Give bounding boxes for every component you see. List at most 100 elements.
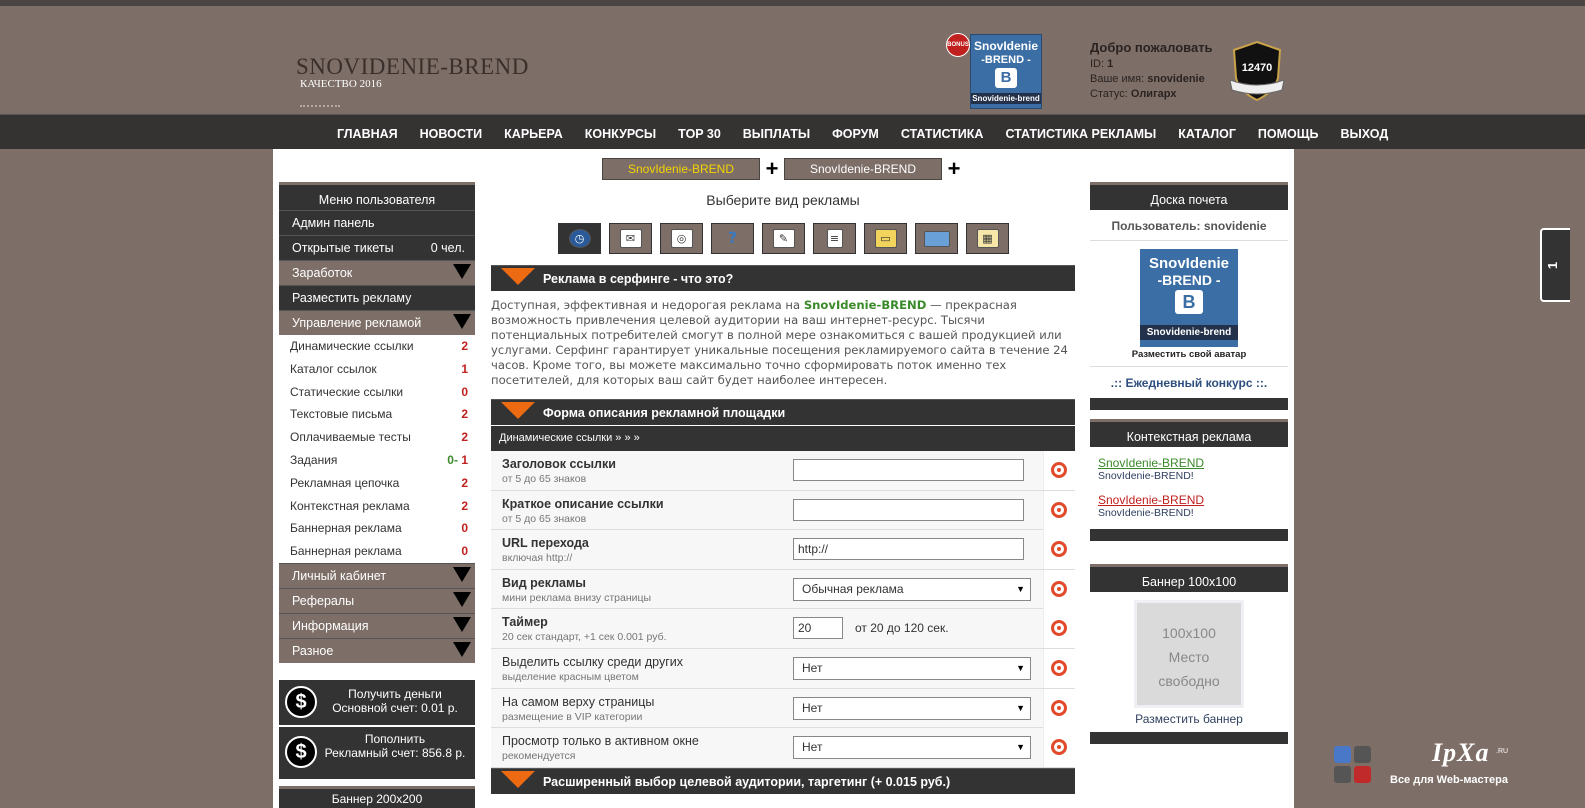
plus-icon[interactable]: + xyxy=(760,156,784,182)
topup-l2: Рекламный счет: 856.8 р. xyxy=(324,746,466,760)
side-tab-label: 1 xyxy=(1545,261,1561,270)
menu-earnings[interactable]: Заработок xyxy=(279,260,475,285)
menu-subitem[interactable]: Задания 0- 1 xyxy=(279,448,475,472)
ad-type-surfing[interactable]: ◷ xyxy=(558,223,601,254)
subitem-count: 2 xyxy=(461,498,468,513)
field-label: Просмотр только в активном окне xyxy=(502,734,699,749)
chevron-down-icon xyxy=(453,616,471,632)
subitem-count-sep: - xyxy=(453,452,458,467)
menu-admin[interactable]: Админ панель xyxy=(279,210,475,235)
desc-brand: SnovIdenie-BREND xyxy=(803,298,927,312)
url-input[interactable]: http:// xyxy=(793,538,1024,561)
ad-type-window[interactable]: ◎ xyxy=(660,223,703,254)
menu-referrals[interactable]: Рефералы xyxy=(279,587,475,613)
menu-manage-ads[interactable]: Управление рекламой xyxy=(279,310,475,335)
menu-subitem[interactable]: Контекстная реклама 2 xyxy=(279,494,475,518)
banner-placeholder[interactable]: 100x100 Место свободно xyxy=(1134,600,1244,708)
chevron-down-icon xyxy=(453,641,471,657)
menu-cabinet[interactable]: Личный кабинет xyxy=(279,562,475,588)
menu-subitem[interactable]: Каталог ссылок 1 xyxy=(279,357,475,381)
section-targeting[interactable]: Расширенный выбор целевой аудитории, тар… xyxy=(491,768,1075,794)
ad-type-notes[interactable]: ✎ xyxy=(762,223,805,254)
menu-place-ad[interactable]: Разместить рекламу xyxy=(279,285,475,310)
section-targeting-title: Расширенный выбор целевой аудитории, тар… xyxy=(543,775,951,789)
nav-catalog[interactable]: КАТАЛОГ xyxy=(1167,115,1247,153)
chevron-down-icon: ▼ xyxy=(1016,663,1025,673)
nav-contests[interactable]: КОНКУРСЫ xyxy=(574,115,667,153)
ctx-link[interactable]: SnovIdenie-BREND xyxy=(1098,493,1280,507)
menu-subitem[interactable]: Рекламная цепочка 2 xyxy=(279,471,475,495)
timer-input[interactable]: 20 xyxy=(793,617,843,640)
nav-logout[interactable]: ВЫХОД xyxy=(1330,115,1400,153)
nav-ad-stats[interactable]: СТАТИСТИКА РЕКЛАМЫ xyxy=(994,115,1167,153)
menu-subitem[interactable]: Статические ссылки 0 xyxy=(279,380,475,404)
plus-icon[interactable]: + xyxy=(942,156,966,182)
site-title[interactable]: SNOVIDENIE-BREND xyxy=(296,54,529,80)
menu-subitem[interactable]: Баннерная реклама 0 xyxy=(279,540,475,563)
timer-range: от 20 до 120 сек. xyxy=(855,621,949,636)
vip-select[interactable]: Нет ▼ xyxy=(793,696,1031,720)
ad-type-banner[interactable] xyxy=(915,223,958,254)
ad-type-text[interactable]: ≡ xyxy=(813,223,856,254)
section-form-title: Форма описания рекламной площадки xyxy=(543,406,786,420)
nav-career[interactable]: КАРЬЕРА xyxy=(493,115,574,153)
user-name-row: Ваше имя: snovidenie xyxy=(1090,72,1213,87)
place-avatar-link[interactable]: Разместить свой аватар xyxy=(1090,347,1288,367)
nav-news[interactable]: НОВОСТИ xyxy=(409,115,494,153)
help-icon[interactable] xyxy=(1051,660,1067,676)
help-icon[interactable] xyxy=(1051,699,1067,716)
ad-type-questions[interactable]: ? xyxy=(711,223,754,254)
ctx-link[interactable]: SnovIdenie-BREND xyxy=(1098,456,1280,470)
menu-tickets[interactable]: Открытые тикеты 0 чел. xyxy=(279,235,475,260)
help-icon[interactable] xyxy=(1051,462,1067,478)
ad-type-folder[interactable]: ▭ xyxy=(864,223,907,254)
menu-subitem[interactable]: Динамические ссылки 2 xyxy=(279,335,475,358)
place-banner-link[interactable]: Разместить баннер xyxy=(1090,708,1288,732)
nav-top30[interactable]: TOP 30 xyxy=(667,115,732,153)
ad-type-letters[interactable]: ✉ xyxy=(609,223,652,254)
watermark-tagline: Все для Web-мастера xyxy=(1390,774,1508,786)
avatar-line2: -BREND - xyxy=(1157,272,1221,288)
tab-brand-2[interactable]: SnovIdenie-BREND xyxy=(784,158,942,180)
link-description-input[interactable] xyxy=(793,498,1024,521)
tab-brand-1[interactable]: SnovIdenie-BREND xyxy=(602,158,760,180)
subitem-count: 0 xyxy=(461,544,468,559)
honor-avatar[interactable]: SnovIdenie -BREND - B Snovidenie-brend xyxy=(1140,249,1238,347)
box-footer xyxy=(1090,529,1288,541)
ad-kind-select[interactable]: Обычная реклама ▼ xyxy=(793,577,1031,601)
daily-contest-link[interactable]: .:: Ежедневный конкурс ::. xyxy=(1090,367,1288,398)
dollar-icon: $ xyxy=(285,736,317,768)
nav-payouts[interactable]: ВЫПЛАТЫ xyxy=(732,115,821,153)
link-title-input[interactable] xyxy=(793,459,1024,481)
menu-info[interactable]: Информация xyxy=(279,612,475,638)
menu-subitem[interactable]: Текстовые письма 2 xyxy=(279,403,475,427)
form-row-url: URL перехода включая http:// http:// xyxy=(491,530,1075,570)
menu-subitem[interactable]: Оплачиваемые тесты 2 xyxy=(279,426,475,449)
withdraw-button[interactable]: $ Получить деньги Основной счет: 0.01 р. xyxy=(279,680,475,725)
welcome-block: Добро пожаловать ID: 1 Ваше имя: snovide… xyxy=(1090,40,1213,102)
highlight-select[interactable]: Нет ▼ xyxy=(793,657,1031,680)
active-window-select[interactable]: Нет ▼ xyxy=(793,736,1031,760)
menu-misc[interactable]: Разное xyxy=(279,637,475,663)
nav-forum[interactable]: ФОРУМ xyxy=(821,115,890,153)
chevron-down-icon xyxy=(453,591,471,607)
help-icon[interactable] xyxy=(1051,580,1067,597)
help-icon[interactable] xyxy=(1051,501,1067,518)
rank-shield-icon[interactable]: 12470 xyxy=(1228,40,1286,102)
avatar-line2: -BREND - xyxy=(981,54,1031,66)
ad-type-table[interactable]: ▦ xyxy=(966,223,1009,254)
avatar-b: B xyxy=(1175,290,1203,314)
info-label: Информация xyxy=(292,618,369,633)
bonus-badge[interactable]: BONUS xyxy=(946,33,970,57)
watermark: IpXa .RU Все для Web-мастера xyxy=(1332,738,1528,792)
side-tab[interactable]: 1 xyxy=(1540,228,1570,302)
menu-subitem[interactable]: Баннерная реклама 0 xyxy=(279,517,475,541)
nav-stats[interactable]: СТАТИСТИКА xyxy=(890,115,995,153)
user-avatar[interactable]: SnovIdenie -BREND - B Snovidenie-brend xyxy=(970,34,1042,109)
topup-button[interactable]: $ Пополнить Рекламный счет: 856.8 р. xyxy=(279,727,475,779)
nav-help[interactable]: ПОМОЩЬ xyxy=(1247,115,1330,153)
nav-home[interactable]: ГЛАВНАЯ xyxy=(326,115,409,153)
avatar-line1: SnovIdenie xyxy=(1148,255,1230,272)
id-value: 1 xyxy=(1107,58,1114,70)
field-label: Выделить ссылку среди других xyxy=(502,655,684,669)
